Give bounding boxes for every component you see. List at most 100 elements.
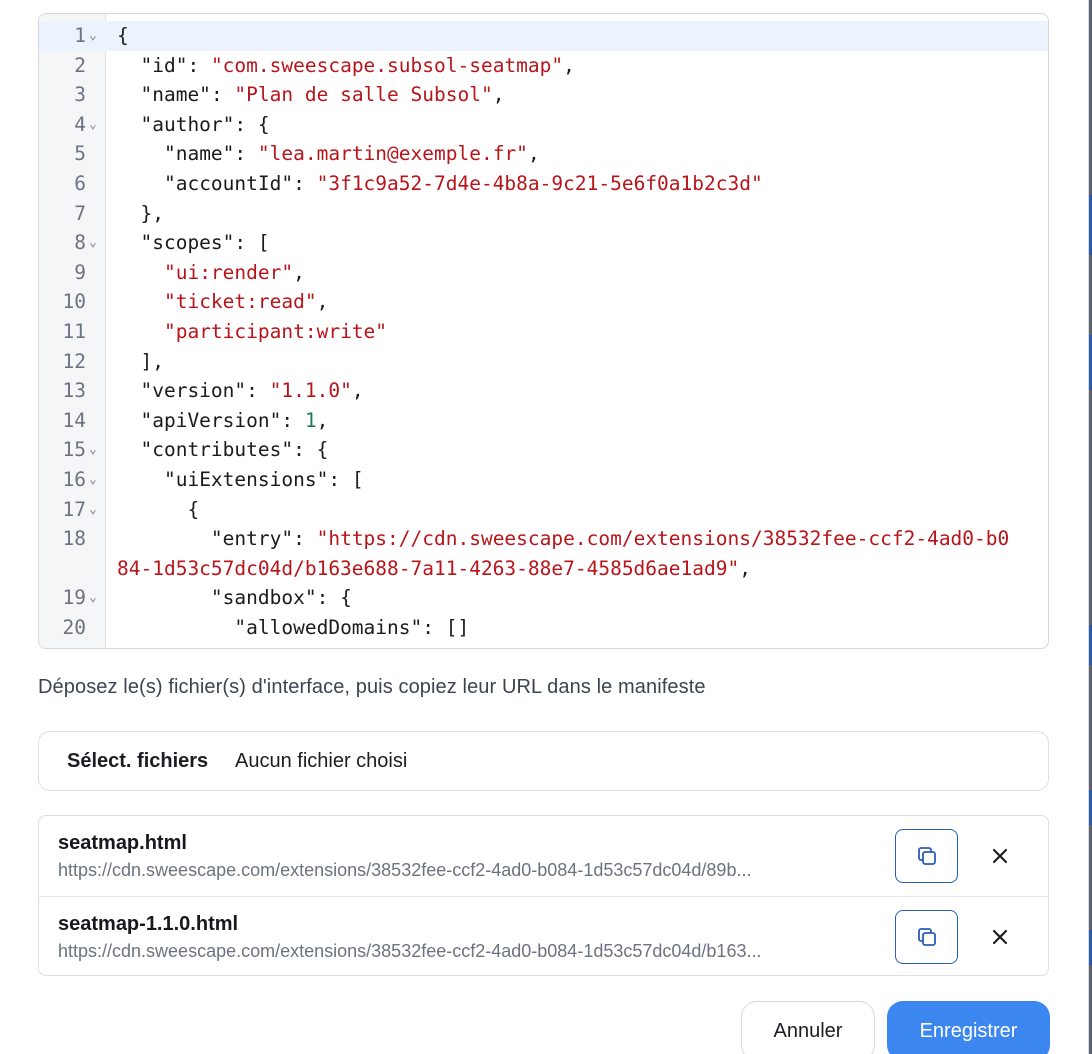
- line-number: 10: [62, 290, 86, 314]
- code-line[interactable]: 18 "entry": "https://cdn.sweescape.com/e…: [39, 524, 1048, 583]
- code-token: "name": [117, 83, 211, 107]
- file-url: https://cdn.sweescape.com/extensions/385…: [58, 860, 752, 880]
- code-token: : [: [234, 231, 270, 255]
- code-token: : {: [234, 112, 270, 136]
- code-line[interactable]: 10 "ticket:read",: [39, 287, 1048, 317]
- chevron-down-icon[interactable]: ⌄: [89, 110, 97, 140]
- file-item: seatmap.html https://cdn.sweescape.com/e…: [39, 816, 1048, 896]
- save-button[interactable]: Enregistrer: [887, 1001, 1050, 1054]
- code-token: "sandbox": [117, 586, 317, 610]
- code-token: ,: [492, 83, 505, 107]
- file-picker-status: Aucun fichier choisi: [235, 750, 408, 772]
- code-token: "com.sweescape.subsol-seatmap": [210, 53, 564, 77]
- remove-file-button[interactable]: [983, 836, 1017, 876]
- code-token: "apiVersion": [117, 408, 282, 432]
- code-line[interactable]: 6 "accountId": "3f1c9a52-7d4e-4b8a-9c21-…: [39, 169, 1048, 199]
- code-token: : []: [422, 615, 470, 639]
- line-number: 18: [62, 527, 86, 551]
- code-token: ,: [293, 260, 305, 284]
- code-token: :: [293, 527, 317, 551]
- manifest-code-editor[interactable]: 1 ⌄{2 "id": "com.sweescape.subsol-seatmap…: [38, 13, 1049, 649]
- code-token: "version": [117, 379, 247, 403]
- line-number: 15: [62, 438, 86, 462]
- code-line[interactable]: 9 "ui:render",: [39, 258, 1048, 288]
- code-text: "author": {: [117, 110, 1048, 140]
- code-token: 1: [304, 408, 317, 432]
- code-line[interactable]: 1 ⌄ {: [39, 21, 1048, 51]
- code-token: "scopes": [117, 231, 235, 255]
- cancel-button[interactable]: Annuler: [741, 1001, 875, 1054]
- code-line[interactable]: 16 ⌄ "uiExtensions": [: [39, 465, 1048, 495]
- code-text: "id": "com.sweescape.subsol-seatmap",: [117, 51, 1048, 81]
- code-token: "entry": [117, 527, 294, 551]
- file-item: seatmap-1.1.0.html https://cdn.sweescape…: [39, 896, 1048, 975]
- code-text: "name": "lea.martin@exemple.fr",: [117, 139, 1048, 169]
- chevron-down-icon[interactable]: ⌄: [89, 495, 97, 525]
- code-token: :: [210, 83, 235, 107]
- code-line[interactable]: 20 "allowedDomains": []: [39, 613, 1048, 643]
- code-text: }: [117, 642, 1048, 648]
- code-token: "ui:render": [117, 260, 294, 284]
- code-line[interactable]: 3 "name": "Plan de salle Subsol",: [39, 80, 1048, 110]
- manifest-modal: 1 ⌄{2 "id": "com.sweescape.subsol-seatmap…: [0, 0, 1089, 1054]
- code-token: :: [234, 142, 258, 166]
- code-line[interactable]: 8 ⌄ "scopes": [: [39, 228, 1048, 258]
- code-text: "entry": "https://cdn.sweescape.com/exte…: [117, 524, 1048, 583]
- copy-url-button[interactable]: [895, 829, 958, 883]
- code-line[interactable]: 13 "version": "1.1.0",: [39, 376, 1048, 406]
- code-token: "Plan de salle Subsol": [234, 83, 493, 107]
- chevron-down-icon[interactable]: ⌄: [89, 21, 97, 51]
- remove-file-button[interactable]: [983, 917, 1017, 957]
- chevron-down-icon[interactable]: ⌄: [89, 465, 97, 495]
- code-text: "uiExtensions": [: [117, 465, 1048, 495]
- code-token: {: [117, 497, 200, 521]
- copy-url-button[interactable]: [895, 910, 958, 964]
- chevron-down-icon[interactable]: ⌄: [89, 435, 97, 465]
- code-line[interactable]: 12 ],: [39, 347, 1048, 377]
- file-picker[interactable]: Sélect. fichiers Aucun fichier choisi: [38, 731, 1049, 791]
- code-text: ],: [117, 347, 1048, 377]
- code-token: "participant:write": [117, 319, 388, 343]
- select-files-button[interactable]: Sélect. fichiers: [67, 732, 208, 790]
- file-url: https://cdn.sweescape.com/extensions/385…: [58, 941, 762, 961]
- code-token: :: [246, 379, 270, 403]
- code-line[interactable]: 2 "id": "com.sweescape.subsol-seatmap",: [39, 51, 1048, 81]
- line-number: 20: [62, 615, 86, 639]
- code-line[interactable]: 5 "name": "lea.martin@exemple.fr",: [39, 139, 1048, 169]
- code-token: :: [281, 408, 305, 432]
- chevron-down-icon[interactable]: ⌄: [89, 583, 97, 613]
- copy-icon: [917, 928, 936, 946]
- code-line[interactable]: 14 "apiVersion": 1,: [39, 406, 1048, 436]
- code-line[interactable]: 19 ⌄ "sandbox": {: [39, 583, 1048, 613]
- code-token: "lea.martin@exemple.fr": [257, 142, 528, 166]
- code-line[interactable]: 17 ⌄ {: [39, 495, 1048, 525]
- line-number: 3: [74, 83, 86, 107]
- code-token: :: [187, 53, 211, 77]
- line-number: 9: [74, 260, 86, 284]
- chevron-down-icon[interactable]: ⌄: [89, 228, 97, 258]
- code-text: "contributes": {: [117, 435, 1048, 465]
- code-line[interactable]: 21 }: [39, 642, 1048, 648]
- code-line[interactable]: 4 ⌄ "author": {: [39, 110, 1048, 140]
- line-number: 7: [74, 201, 86, 225]
- line-number: 6: [74, 171, 86, 195]
- upload-hint: Déposez le(s) fichier(s) d'interface, pu…: [38, 676, 706, 698]
- code-token: "contributes": [117, 438, 294, 462]
- code-token: ,: [739, 556, 751, 580]
- code-token: :: [293, 171, 317, 195]
- line-number: 14: [62, 408, 86, 432]
- code-text: "allowedDomains": []: [117, 613, 1048, 643]
- code-token: "3f1c9a52-7d4e-4b8a-9c21-5e6f0a1b2c3d": [316, 171, 763, 195]
- editor-content[interactable]: 1 ⌄{2 "id": "com.sweescape.subsol-seatmap…: [39, 21, 1048, 648]
- code-token: ,: [316, 290, 329, 314]
- code-line[interactable]: 11 "participant:write": [39, 317, 1048, 347]
- code-token: },: [117, 201, 164, 225]
- code-token: ,: [316, 408, 329, 432]
- code-line[interactable]: 7 },: [39, 199, 1048, 229]
- code-token: : {: [316, 586, 352, 610]
- code-text: "name": "Plan de salle Subsol",: [117, 80, 1048, 110]
- code-line[interactable]: 15 ⌄ "contributes": {: [39, 435, 1048, 465]
- line-number: 4: [74, 112, 86, 136]
- line-number: 1: [74, 24, 86, 47]
- line-number: 12: [62, 349, 86, 373]
